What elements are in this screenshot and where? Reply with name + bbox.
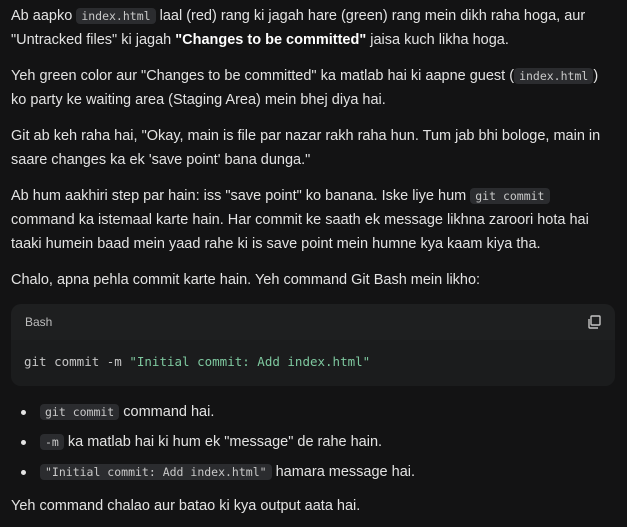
chat-response: Ab aapko index.html laal (red) rang ki j… <box>0 0 627 518</box>
paragraph-commit-intro: Ab hum aakhiri step par hain: iss "save … <box>11 184 615 256</box>
paragraph-git-says: Git ab keh raha hai, "Okay, main is file… <box>11 128 601 168</box>
list-item-text: command hai. <box>119 404 215 420</box>
code-language-label: Bash <box>25 315 53 329</box>
inline-code: -m <box>40 434 64 450</box>
code-string: "Initial commit: Add index.html" <box>129 354 371 369</box>
text: Yeh green color aur "Changes to be commi… <box>11 68 515 84</box>
inline-code: "Initial commit: Add index.html" <box>40 464 272 480</box>
explanation-list: git commit command hai. -m ka matlab hai… <box>11 400 615 484</box>
text: command ka istemaal karte hain. Har comm… <box>11 212 589 252</box>
code-content[interactable]: git commit -m "Initial commit: Add index… <box>11 340 615 386</box>
list-item-text: hamara message hai. <box>271 464 416 480</box>
inline-code-git-commit: git commit <box>470 188 550 204</box>
copy-code-button[interactable] <box>587 315 601 329</box>
list-item: "Initial commit: Add index.html" hamara … <box>11 460 615 484</box>
inline-code-filename: index.html <box>76 8 156 24</box>
copy-icon[interactable] <box>587 315 601 329</box>
paragraph-closing: Yeh command chalao aur batao ki kya outp… <box>11 498 361 514</box>
code-block: Bash git commit -m "Initial commit: Add … <box>11 304 615 386</box>
code-command: git commit -m <box>24 354 130 369</box>
text: Ab hum aakhiri step par hain: iss "save … <box>11 188 471 204</box>
paragraph-instruction: Chalo, apna pehla commit karte hain. Yeh… <box>11 272 481 288</box>
text: Ab aapko <box>11 8 77 24</box>
list-item: -m ka matlab hai ki hum ek "message" de … <box>11 430 615 454</box>
bold-text: "Changes to be committed" <box>175 32 367 48</box>
paragraph-staging-explained: Yeh green color aur "Changes to be commi… <box>11 64 615 112</box>
inline-code-filename: index.html <box>514 68 594 84</box>
code-block-header: Bash <box>11 304 615 340</box>
paragraph-staged-status: Ab aapko index.html laal (red) rang ki j… <box>11 4 615 52</box>
list-item-text: ka matlab hai ki hum ek "message" de rah… <box>63 434 383 450</box>
list-item: git commit command hai. <box>11 400 615 424</box>
inline-code: git commit <box>40 404 120 420</box>
text: jaisa kuch likha hoga. <box>366 32 509 48</box>
